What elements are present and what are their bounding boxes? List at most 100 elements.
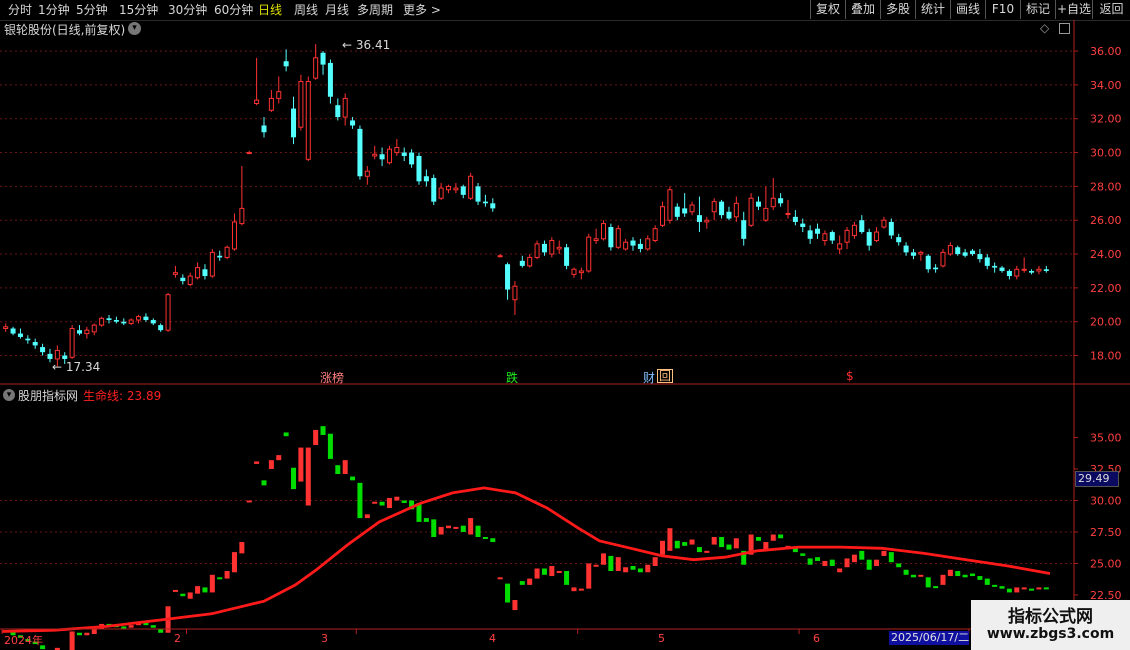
candle-body [76, 330, 83, 334]
cursor-date-label: 2025/06/17/二 [889, 631, 970, 645]
toolbar-action-6[interactable]: 标记 [1020, 0, 1055, 19]
candle-body [903, 245, 909, 253]
toolbar-action-0[interactable]: 复权 [810, 0, 845, 19]
indicator-bar [984, 578, 990, 585]
indicator-bar [327, 433, 333, 459]
time-axis-label-year: 2024年 [4, 634, 43, 647]
indicator-bar [593, 564, 599, 567]
indicator-toggle-icon[interactable]: ▾ [3, 389, 15, 401]
candle-body [741, 220, 747, 239]
candle-body [180, 277, 186, 282]
toolbar-action-8[interactable]: 返回 [1092, 0, 1130, 19]
event-marker-limit-up[interactable]: 涨榜 [320, 369, 344, 386]
candle-body [600, 223, 607, 240]
indicator-bar [962, 574, 968, 578]
watermark-url: www.zbgs3.com [986, 626, 1115, 642]
candle-body [815, 228, 821, 234]
period-tab-6[interactable]: 日线 [258, 2, 282, 18]
period-tab-4[interactable]: 30分钟 [168, 2, 207, 18]
candle-body [357, 128, 363, 177]
candle-body [785, 212, 791, 215]
toolbar-action-1[interactable]: 叠加 [845, 0, 880, 19]
indicator-bar [571, 587, 577, 592]
candle-body [40, 347, 46, 353]
candle-body [637, 243, 643, 249]
candle-body [578, 270, 584, 274]
candle-body [298, 81, 304, 128]
candle-body [645, 238, 651, 250]
candle-body [969, 250, 976, 255]
period-tab-10[interactable]: 更多 > [403, 2, 441, 18]
period-tab-1[interactable]: 1分钟 [38, 2, 70, 18]
indicator-bar [497, 577, 503, 580]
indicator-bar [69, 631, 75, 650]
toolbar-action-4[interactable]: 画线 [950, 0, 985, 19]
candle-body [866, 232, 872, 246]
period-tab-3[interactable]: 15分钟 [119, 2, 158, 18]
event-marker-drop[interactable]: 跌 [506, 369, 518, 386]
current-value-tag: 29.49 [1075, 471, 1119, 487]
diamond-icon[interactable]: ◇ [1040, 21, 1049, 35]
indicator-bar [534, 568, 540, 579]
candle-body [667, 189, 673, 221]
toolbar-action-5[interactable]: F10 [985, 0, 1020, 19]
indicator-bar [955, 571, 961, 577]
indicator-bar [386, 497, 392, 509]
candle-body [113, 320, 119, 322]
candle-body [84, 329, 90, 335]
main-axis-tick-label: 36.00 [1090, 45, 1122, 58]
event-marker-finance[interactable]: 财 [643, 369, 655, 386]
indicator-bar [578, 588, 584, 591]
candle-body [541, 243, 547, 253]
indicator-bar [689, 539, 695, 545]
indicator-bar [918, 574, 924, 577]
indicator-bar [1043, 587, 1049, 590]
candle-body [327, 62, 333, 97]
candle-body [143, 316, 149, 321]
indicator-bar [719, 537, 725, 548]
indicator-bar [217, 577, 223, 580]
candle-body [69, 327, 75, 358]
candle-body [1014, 268, 1020, 277]
time-axis-label-mar: 3 [321, 632, 328, 645]
time-axis-label-may: 5 [658, 632, 665, 645]
candle-body [682, 208, 688, 214]
main-axis-tick-label: 30.00 [1090, 147, 1122, 160]
toolbar-action-3[interactable]: 统计 [915, 0, 950, 19]
title-dropdown-icon[interactable]: ▾ [128, 22, 141, 35]
indicator-bar [541, 568, 547, 575]
candle-body [187, 275, 193, 286]
indicator-bar [283, 432, 289, 437]
candle-body [62, 355, 68, 359]
period-tab-7[interactable]: 周线 [294, 2, 318, 18]
indicator-bar [556, 571, 562, 574]
event-marker-dividend[interactable]: $ [846, 369, 854, 383]
candle-body [342, 97, 348, 118]
period-tab-9[interactable]: 多周期 [357, 2, 393, 18]
candle-body [1043, 269, 1049, 271]
panel-toggle-icon[interactable] [1059, 23, 1070, 34]
event-marker-buyback[interactable]: 回 [657, 369, 674, 383]
period-tab-2[interactable]: 5分钟 [76, 2, 108, 18]
period-tab-8[interactable]: 月线 [325, 2, 349, 18]
indicator-bar [372, 501, 378, 504]
candle-body [165, 294, 171, 331]
candle-body [121, 321, 127, 324]
toolbar-action-2[interactable]: 多股 [880, 0, 915, 19]
indicator-bar [755, 537, 761, 541]
period-tab-0[interactable]: 分时 [8, 2, 32, 18]
indicator-bar [261, 480, 267, 486]
indicator-bar [586, 563, 592, 589]
candle-body [888, 221, 894, 236]
period-tab-5[interactable]: 60分钟 [214, 2, 253, 18]
candle-body [962, 252, 968, 256]
indicator-bar [888, 552, 894, 563]
candle-body [792, 216, 798, 222]
indicator-bars [3, 426, 1049, 650]
candle-body [851, 224, 857, 236]
toolbar-action-7[interactable]: +自选 [1055, 0, 1092, 19]
indicator-bar [844, 558, 850, 568]
indicator-bar [564, 571, 570, 585]
candle-body [10, 328, 16, 334]
indicator-bar [76, 632, 83, 636]
